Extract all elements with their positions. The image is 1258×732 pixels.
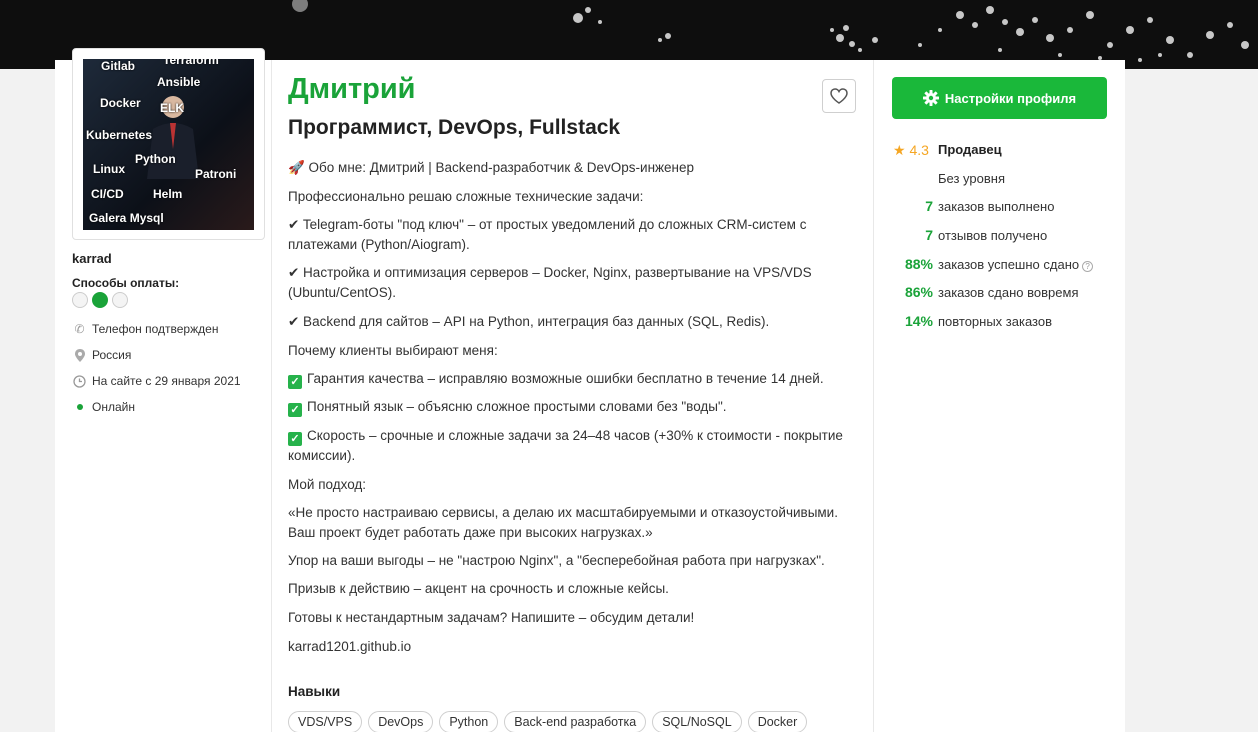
phone-icon: ✆ [74,322,85,336]
about-intro: 🚀 Обо мне: Дмитрий | Backend-разработчик… [288,160,695,175]
bank-payment-icon [112,292,128,308]
avatar-tag: Galera Mysql [89,211,164,225]
about-paragraph: Профессионально решаю сложные технически… [288,189,644,204]
profile-name: Дмитрий [288,73,416,105]
profile-title: Программист, DevOps, Fullstack [288,116,621,139]
phone-verified: ✆ Телефон подтвержден [73,322,218,336]
avatar-tag: Terraform [163,59,219,67]
right-column [873,60,1125,732]
username: karrad [72,251,112,266]
about-bullet: ✔ Backend для сайтов – API на Python, ин… [288,314,770,329]
about-bullet: ✔ Настройка и оптимизация серверов – Doc… [288,265,812,300]
rating-value: 4.3 [909,142,929,158]
phone-verified-label: Телефон подтвержден [92,322,219,336]
skills-title: Навыки [288,684,341,699]
card-payment-icon [72,292,88,308]
gear-icon [922,90,939,106]
stat-value: 7 [925,198,933,214]
about-checkitem: ✓ Скорость – срочные и сложные задачи за … [288,428,843,463]
stat-success-rate: заказов успешно сдано? [938,257,1094,272]
location-pin-icon [73,348,86,362]
stat-label: заказов выполнено [938,199,1055,214]
stat-value: 14% [904,313,933,329]
avatar-tag: Patroni [195,167,237,181]
avatar-tag: Docker [100,96,141,110]
avatar-tag: ELK [160,101,184,115]
about-paragraph: Призыв к действию – акцент на срочность … [288,581,669,596]
favorite-button[interactable] [822,79,856,113]
stat-label: отзывов получено [938,228,1048,243]
skill-chip[interactable]: Back-end разработка [504,711,647,732]
checkbox-icon: ✓ [288,375,302,389]
about-checkitem: ✓ Гарантия качества – исправляю возможные… [288,369,848,389]
online-status: Онлайн [73,400,135,414]
country: Россия [73,348,131,362]
stat-value: 88% [904,256,933,272]
stat-label: повторных заказов [938,314,1052,329]
about-checkitem: ✓ Понятный язык – объясню сложное простым… [288,397,848,417]
stat-value: 7 [925,227,933,243]
rating: ★ 4.3 [893,142,929,159]
stat-label: заказов сдано вовремя [938,285,1079,300]
about-paragraph: Почему клиенты выбирают меня: [288,343,498,358]
avatar-tag: Ansible [157,75,201,89]
skill-chip[interactable]: Python [439,711,499,732]
avatar-tag: Kubernetes [86,128,153,142]
seller-level: Без уровня [938,171,1005,186]
about-paragraph: Мой подход: [288,477,367,492]
profile-settings-label: Настройки профиля [944,90,1077,106]
skill-chip[interactable]: SQL/NoSQL [652,711,742,732]
clock-icon [73,374,86,388]
avatar-tag: CI/CD [91,187,124,201]
skill-chip[interactable]: Docker [747,711,808,732]
portfolio-link[interactable]: karrad1201.github.io [288,637,848,657]
avatar-tag: Python [135,152,176,166]
country-label: Россия [92,348,132,362]
heart-icon [830,88,848,104]
about-paragraph: Готовы к нестандартным задачам? Напишите… [288,610,695,625]
about-paragraph: «Не просто настраиваю сервисы, а делаю и… [288,505,838,540]
checkbox-icon: ✓ [288,432,302,446]
wallet-payment-icon [92,292,108,308]
online-status-label: Онлайн [92,400,135,414]
about-paragraph: Упор на ваши выгоды – не "настрою Nginx"… [288,553,825,568]
profile-settings-button[interactable]: Настройки профиля [892,77,1107,119]
online-dot-icon [73,401,86,414]
star-icon: ★ [893,142,906,158]
avatar-tag: Linux [93,162,125,176]
avatar: Gitlab Terraform Ansible Docker ELK Kube… [83,59,254,230]
payment-methods [72,292,128,308]
payment-methods-title: Способы оплаты: [72,276,180,290]
help-icon[interactable]: ? [1082,261,1094,272]
avatar-tag: Gitlab [101,59,136,73]
about-bullet: ✔ Telegram-боты "под ключ" – от простых … [288,217,807,252]
stat-value: 86% [904,284,933,300]
stat-label: заказов успешно сдано [938,257,1080,272]
member-since-label: На сайте с 29 января 2021 [92,374,241,388]
skills-list: VDS/VPS DevOps Python Back-end разработк… [288,711,808,732]
skill-chip[interactable]: DevOps [368,711,434,732]
avatar-frame: Gitlab Terraform Ansible Docker ELK Kube… [72,48,265,240]
avatar-tag: Helm [153,187,183,201]
member-since: На сайте с 29 января 2021 [73,374,241,388]
checkbox-icon: ✓ [288,403,302,417]
seller-role: Продавец [938,142,1002,157]
skill-chip[interactable]: VDS/VPS [288,711,363,732]
